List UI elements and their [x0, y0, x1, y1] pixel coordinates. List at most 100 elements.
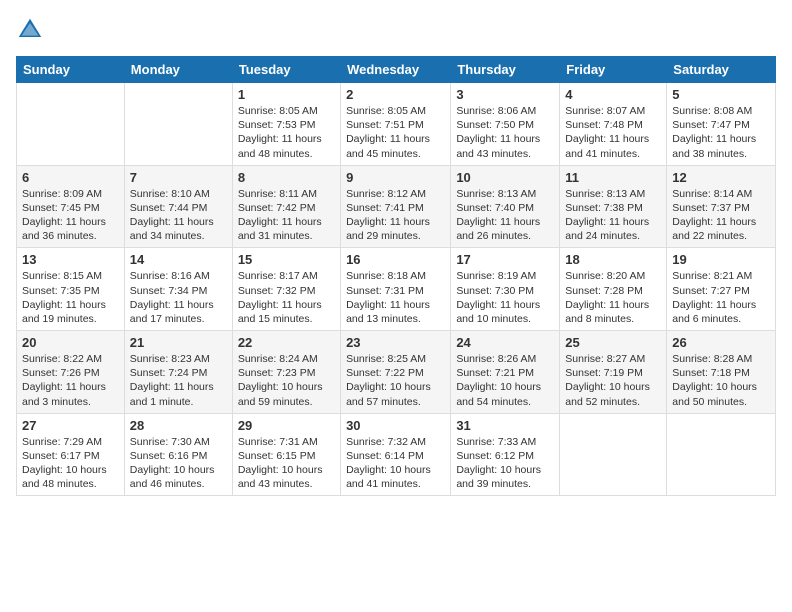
day-info: Sunrise: 8:17 AM	[238, 269, 335, 283]
day-info: Sunrise: 8:08 AM	[672, 104, 770, 118]
day-info: Daylight: 11 hours and 8 minutes.	[565, 298, 661, 326]
day-info: Sunset: 7:23 PM	[238, 366, 335, 380]
day-info: Sunset: 7:26 PM	[22, 366, 119, 380]
calendar-cell	[560, 413, 667, 496]
day-info: Sunrise: 7:31 AM	[238, 435, 335, 449]
day-info: Daylight: 11 hours and 26 minutes.	[456, 215, 554, 243]
day-info: Sunset: 6:14 PM	[346, 449, 445, 463]
calendar-week-row: 27 Sunrise: 7:29 AMSunset: 6:17 PM Dayligh…	[17, 413, 776, 496]
day-info: Sunset: 7:37 PM	[672, 201, 770, 215]
day-number: 11	[565, 170, 661, 185]
day-info: Sunset: 7:32 PM	[238, 284, 335, 298]
day-info: Sunrise: 8:05 AM	[238, 104, 335, 118]
day-info: Daylight: 11 hours and 10 minutes.	[456, 298, 554, 326]
day-info: Sunrise: 8:20 AM	[565, 269, 661, 283]
day-info: Sunrise: 8:06 AM	[456, 104, 554, 118]
day-info: Sunrise: 7:30 AM	[130, 435, 227, 449]
calendar-week-row: 1Sunrise: 8:05 AMSunset: 7:53 PMDaylight…	[17, 83, 776, 166]
day-info: Daylight: 11 hours and 41 minutes.	[565, 132, 661, 160]
day-number: 27	[22, 418, 119, 433]
day-info: Sunset: 7:51 PM	[346, 118, 445, 132]
day-info: Daylight: 10 hours and 59 minutes.	[238, 380, 335, 408]
calendar-cell: 23Sunrise: 8:25 AMSunset: 7:22 PMDayligh…	[341, 331, 451, 414]
day-info: Sunrise: 8:12 AM	[346, 187, 445, 201]
page-header	[16, 16, 776, 44]
day-number: 30	[346, 418, 445, 433]
calendar-week-row: 6Sunrise: 8:09 AMSunset: 7:45 PMDaylight…	[17, 165, 776, 248]
day-info: Sunset: 7:27 PM	[672, 284, 770, 298]
day-info: Sunset: 7:21 PM	[456, 366, 554, 380]
day-info: Sunset: 7:45 PM	[22, 201, 119, 215]
day-number: 25	[565, 335, 661, 350]
calendar-cell	[667, 413, 776, 496]
day-number: 18	[565, 252, 661, 267]
day-info: Sunset: 7:28 PM	[565, 284, 661, 298]
day-info: Daylight: 10 hours and 43 minutes.	[238, 463, 335, 491]
day-info: Daylight: 11 hours and 19 minutes.	[22, 298, 119, 326]
day-info: Daylight: 11 hours and 24 minutes.	[565, 215, 661, 243]
logo	[16, 16, 48, 44]
day-info: Sunset: 7:44 PM	[130, 201, 227, 215]
calendar-cell: 13Sunrise: 8:15 AMSunset: 7:35 PMDayligh…	[17, 248, 125, 331]
day-number: 4	[565, 87, 661, 102]
day-header-friday: Friday	[560, 57, 667, 83]
calendar-cell: 25Sunrise: 8:27 AMSunset: 7:19 PMDayligh…	[560, 331, 667, 414]
calendar-table: SundayMondayTuesdayWednesdayThursdayFrid…	[16, 56, 776, 496]
day-info: Daylight: 11 hours and 3 minutes.	[22, 380, 119, 408]
day-info: Sunset: 7:50 PM	[456, 118, 554, 132]
day-info: Sunrise: 8:24 AM	[238, 352, 335, 366]
day-number: 12	[672, 170, 770, 185]
day-info: Sunset: 7:34 PM	[130, 284, 227, 298]
day-info: Daylight: 11 hours and 29 minutes.	[346, 215, 445, 243]
day-info: Daylight: 10 hours and 52 minutes.	[565, 380, 661, 408]
calendar-cell: 10Sunrise: 8:13 AMSunset: 7:40 PMDayligh…	[451, 165, 560, 248]
calendar-cell: 21Sunrise: 8:23 AMSunset: 7:24 PMDayligh…	[124, 331, 232, 414]
calendar-cell: 29 Sunrise: 7:31 AMSunset: 6:15 PMDayligh…	[232, 413, 340, 496]
day-info: Sunrise: 8:05 AM	[346, 104, 445, 118]
day-info: Sunrise: 8:13 AM	[565, 187, 661, 201]
day-info: Daylight: 11 hours and 34 minutes.	[130, 215, 227, 243]
day-header-sunday: Sunday	[17, 57, 125, 83]
day-info: Sunrise: 8:18 AM	[346, 269, 445, 283]
calendar-cell	[124, 83, 232, 166]
day-info: Sunrise: 7:29 AM	[22, 435, 119, 449]
day-info: Sunrise: 8:28 AM	[672, 352, 770, 366]
day-info: Sunrise: 8:11 AM	[238, 187, 335, 201]
day-number: 29	[238, 418, 335, 433]
day-info: Sunset: 7:18 PM	[672, 366, 770, 380]
calendar-cell: 24Sunrise: 8:26 AMSunset: 7:21 PMDayligh…	[451, 331, 560, 414]
day-number: 14	[130, 252, 227, 267]
calendar-cell: 1Sunrise: 8:05 AMSunset: 7:53 PMDaylight…	[232, 83, 340, 166]
day-info: Sunset: 6:15 PM	[238, 449, 335, 463]
calendar-cell: 20Sunrise: 8:22 AMSunset: 7:26 PMDayligh…	[17, 331, 125, 414]
calendar-header-row: SundayMondayTuesdayWednesdayThursdayFrid…	[17, 57, 776, 83]
day-info: Sunset: 6:16 PM	[130, 449, 227, 463]
day-info: Sunrise: 8:21 AM	[672, 269, 770, 283]
day-number: 9	[346, 170, 445, 185]
day-info: Daylight: 11 hours and 15 minutes.	[238, 298, 335, 326]
logo-icon	[16, 16, 44, 44]
day-info: Sunrise: 8:10 AM	[130, 187, 227, 201]
calendar-cell: 16Sunrise: 8:18 AMSunset: 7:31 PMDayligh…	[341, 248, 451, 331]
day-info: Daylight: 10 hours and 39 minutes.	[456, 463, 554, 491]
calendar-cell: 4Sunrise: 8:07 AMSunset: 7:48 PMDaylight…	[560, 83, 667, 166]
day-number: 20	[22, 335, 119, 350]
day-number: 26	[672, 335, 770, 350]
calendar-cell: 7Sunrise: 8:10 AMSunset: 7:44 PMDaylight…	[124, 165, 232, 248]
day-info: Daylight: 10 hours and 50 minutes.	[672, 380, 770, 408]
day-header-monday: Monday	[124, 57, 232, 83]
day-header-wednesday: Wednesday	[341, 57, 451, 83]
calendar-cell: 27Sunrise: 7:29 AMSunset: 6:17 PMDayligh…	[17, 413, 125, 496]
day-info: Sunrise: 8:26 AM	[456, 352, 554, 366]
calendar-cell: 15Sunrise: 8:17 AMSunset: 7:32 PMDayligh…	[232, 248, 340, 331]
day-info: Sunset: 7:53 PM	[238, 118, 335, 132]
day-info: Daylight: 10 hours and 41 minutes.	[346, 463, 445, 491]
calendar-cell: 28Sunrise: 7:30 AMSunset: 6:16 PMDayligh…	[124, 413, 232, 496]
day-info: Sunset: 6:17 PM	[22, 449, 119, 463]
day-info: Daylight: 11 hours and 22 minutes.	[672, 215, 770, 243]
day-info: Sunset: 7:41 PM	[346, 201, 445, 215]
day-number: 23	[346, 335, 445, 350]
day-info: Sunset: 7:48 PM	[565, 118, 661, 132]
day-number: 16	[346, 252, 445, 267]
calendar-cell: 26 Sunrise: 8:28 AMSunset: 7:18 PMDayligh…	[667, 331, 776, 414]
